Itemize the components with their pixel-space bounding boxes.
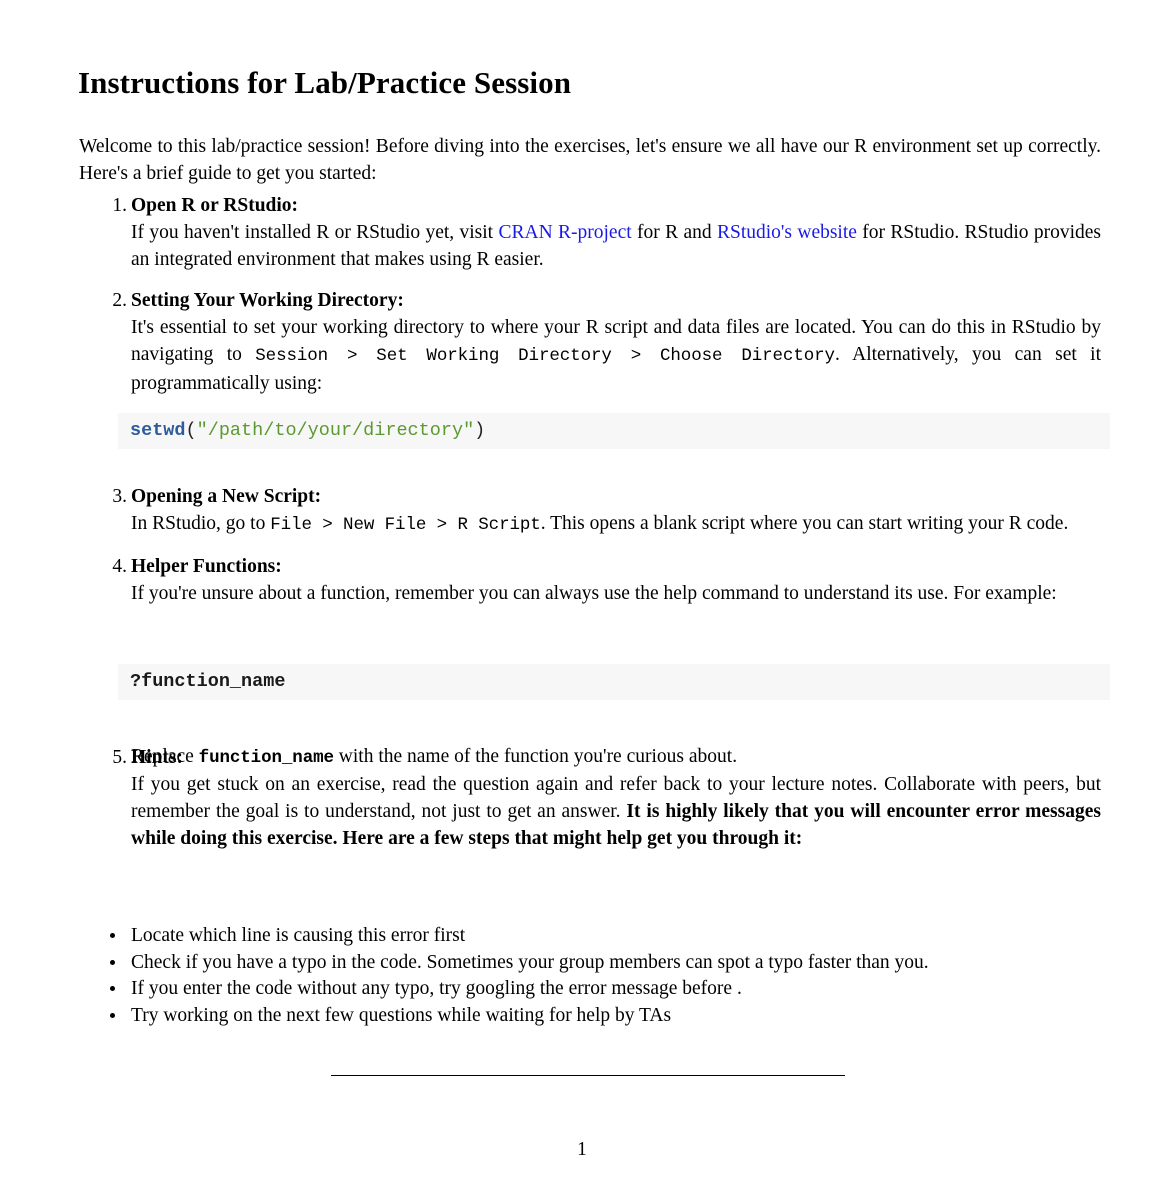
bullet-icon	[110, 959, 115, 965]
list-item-body: If you haven't installed R or RStudio ye…	[131, 219, 1101, 273]
code-block-help: ?function_name	[118, 664, 1110, 700]
list-item-heading: Open R or RStudio:	[131, 195, 299, 216]
list-item-heading: Opening a New Script:	[131, 486, 322, 507]
list-item-number: 4.	[112, 556, 127, 577]
bullet-icon	[110, 986, 115, 991]
body-text: Replace	[131, 745, 199, 767]
list-item-number: 5.	[112, 747, 127, 768]
function-name-code: function_name	[198, 747, 334, 768]
page-number: 1	[577, 1139, 587, 1160]
list-item-body: If you're unsure about a function, remem…	[131, 583, 1057, 604]
document-page: Instructions for Lab/Practice Session We…	[0, 0, 1164, 1182]
body-text: In RStudio, go to	[131, 513, 271, 534]
page-title: Instructions for Lab/Practice Session	[78, 64, 572, 100]
code-help-text: ?function_name	[130, 671, 286, 692]
list-item-body: If you get stuck on an exercise, read th…	[131, 771, 1101, 852]
list-item-open-r: 1. Open R or RStudio: If you haven't ins…	[79, 192, 1101, 273]
body-text: If you haven't installed R or RStudio ye…	[131, 222, 499, 243]
replace-paragraph: Replace function_name with the name of t…	[131, 743, 1101, 772]
code-open-paren: (	[185, 420, 197, 441]
list-item-number: 1.	[112, 195, 127, 216]
code-block-setwd: setwd("/path/to/your/directory")	[118, 413, 1110, 449]
list-item-number: 2.	[112, 290, 127, 311]
list-item-helper-functions: 4. Helper Functions: If you're unsure ab…	[79, 553, 1101, 607]
bullet-icon	[110, 933, 115, 938]
code-close-paren: )	[474, 420, 486, 441]
list-item-text: Locate which line is causing this error …	[131, 925, 466, 946]
list-item-body: It's essential to set your working direc…	[131, 314, 1101, 397]
menu-path-code: Session > Set Working Directory > Choose…	[255, 346, 835, 366]
list-item: Try working on the next few questions wh…	[100, 1003, 1102, 1030]
code-string-literal: "/path/to/your/directory"	[196, 420, 475, 441]
list-item-working-directory: 2. Setting Your Working Directory: It's …	[79, 287, 1101, 397]
list-item-text: Check if you have a typo in the code. So…	[131, 951, 929, 973]
hints-bullet-list: Locate which line is causing this error …	[100, 923, 1102, 1029]
list-item: If you enter the code without any typo, …	[100, 976, 1102, 1003]
list-item-text: If you enter the code without any typo, …	[131, 978, 742, 999]
intro-paragraph: Welcome to this lab/practice session! Be…	[79, 135, 1101, 185]
list-item-heading: Helper Functions:	[131, 556, 282, 577]
list-item-heading: Setting Your Working Directory:	[131, 290, 404, 311]
rstudio-website-link[interactable]: RStudio's website	[717, 222, 857, 243]
list-item-number: 3.	[112, 486, 127, 507]
list-item-text: Try working on the next few questions wh…	[131, 1004, 672, 1026]
footer-divider	[331, 1075, 845, 1076]
list-item-body: In RStudio, go to File > New File > R Sc…	[131, 510, 1101, 539]
list-item: Check if you have a typo in the code. So…	[100, 950, 1102, 977]
menu-path-code: File > New File > R Script	[270, 515, 541, 535]
list-item-new-script: 3. Opening a New Script: In RStudio, go …	[79, 483, 1101, 539]
code-function-name: setwd	[130, 420, 186, 441]
body-text: . This opens a blank script where you ca…	[540, 513, 1069, 534]
body-text: with the name of the function you're cur…	[333, 745, 738, 767]
list-item: Locate which line is causing this error …	[100, 923, 1102, 950]
bullet-icon	[110, 1012, 115, 1018]
cran-r-project-link[interactable]: CRAN R-project	[498, 222, 631, 243]
body-text: for R and	[631, 222, 717, 243]
